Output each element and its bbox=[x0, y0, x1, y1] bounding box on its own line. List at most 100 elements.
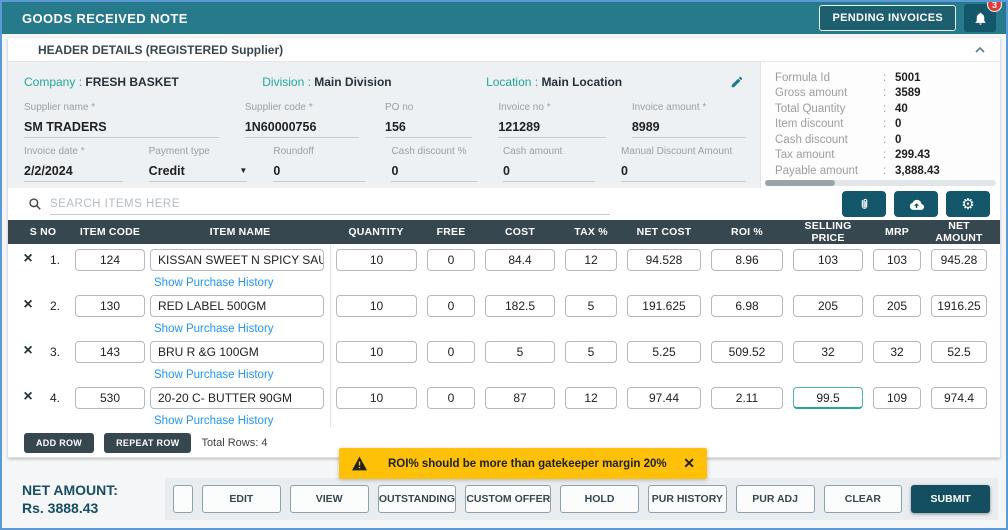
roi-input[interactable]: 6.98 bbox=[711, 295, 783, 317]
cost-input[interactable]: 84.4 bbox=[485, 249, 555, 271]
item-code-input[interactable]: 530 bbox=[75, 387, 145, 409]
clear-button[interactable]: CLEAR bbox=[823, 485, 903, 513]
summary-row: Payable amount:3,888.43 bbox=[775, 163, 988, 178]
net_cost-cell: 97.44 bbox=[622, 382, 706, 428]
quantity-input[interactable]: 10 bbox=[336, 341, 417, 363]
item-code-cell: 130 bbox=[70, 290, 150, 336]
delete-row-icon[interactable]: × bbox=[16, 244, 40, 267]
item-code-input[interactable]: 130 bbox=[75, 295, 145, 317]
free-input[interactable]: 0 bbox=[427, 295, 475, 317]
free-input[interactable]: 0 bbox=[427, 341, 475, 363]
add-row-button[interactable]: ADD ROW bbox=[24, 432, 95, 453]
net_cost-cell: 94.528 bbox=[622, 244, 706, 290]
field-input[interactable]: 0 bbox=[502, 160, 596, 182]
roi-input[interactable]: 8.96 bbox=[711, 249, 783, 271]
net_amount-input[interactable]: 52.5 bbox=[931, 341, 987, 363]
show-purchase-history-link[interactable]: Show Purchase History bbox=[150, 323, 330, 335]
settings-button[interactable]: ⚙ bbox=[946, 191, 990, 217]
summary-colon: : bbox=[883, 71, 887, 84]
field-input[interactable]: 8989 bbox=[631, 116, 746, 138]
quantity-input[interactable]: 10 bbox=[336, 249, 417, 271]
edit-button[interactable]: EDIT bbox=[202, 485, 281, 513]
table-row: × 1. 124KISSAN SWEET N SPICY SAUCE 500GM Sh… bbox=[8, 244, 1000, 290]
net_amount-input[interactable]: 974.4 bbox=[931, 387, 987, 409]
field-input[interactable]: Credit ▼ bbox=[148, 160, 248, 182]
roi-input[interactable]: 509.52 bbox=[711, 341, 783, 363]
quantity-input[interactable]: 10 bbox=[336, 295, 417, 317]
cloud-upload-button[interactable] bbox=[894, 191, 938, 217]
collapse-chevron-icon[interactable] bbox=[974, 45, 986, 55]
summary-scrollbar-thumb[interactable] bbox=[765, 180, 835, 186]
net_cost-input[interactable]: 191.625 bbox=[627, 295, 701, 317]
field-input[interactable]: 0 bbox=[391, 160, 477, 182]
edit-header-button[interactable] bbox=[728, 73, 746, 91]
pur-history-button[interactable]: PUR HISTORY bbox=[647, 485, 727, 513]
item-code-input[interactable]: 143 bbox=[75, 341, 145, 363]
custom-offer-button[interactable]: CUSTOM OFFER bbox=[465, 485, 552, 513]
mrp-input[interactable]: 103 bbox=[873, 249, 921, 271]
attachment-button[interactable] bbox=[842, 191, 886, 217]
field-input[interactable]: 156 bbox=[385, 116, 473, 138]
roi-warning-toast: ROI% should be more than gatekeeper marg… bbox=[339, 448, 707, 479]
item-name-input[interactable]: 20-20 C- BUTTER 90GM bbox=[150, 387, 324, 409]
field-input[interactable]: 1N60000756 bbox=[244, 116, 359, 138]
field-input[interactable]: 121289 bbox=[498, 116, 606, 138]
show-purchase-history-link[interactable]: Show Purchase History bbox=[150, 369, 330, 381]
free-input[interactable]: 0 bbox=[427, 387, 475, 409]
view-button[interactable]: VIEW bbox=[289, 485, 369, 513]
hold-button[interactable]: HOLD bbox=[560, 485, 639, 513]
selling_price-input[interactable]: 103 bbox=[793, 249, 863, 271]
item-name-input[interactable]: KISSAN SWEET N SPICY SAUCE 500GM bbox=[150, 249, 324, 271]
tax-input[interactable]: 5 bbox=[565, 341, 617, 363]
summary-row: Item discount:0 bbox=[775, 117, 988, 133]
selling_price-input[interactable]: 32 bbox=[793, 341, 863, 363]
selling_price-input[interactable]: 205 bbox=[793, 295, 863, 317]
cost-input[interactable]: 87 bbox=[485, 387, 555, 409]
show-purchase-history-link[interactable]: Show Purchase History bbox=[150, 277, 330, 289]
field-input[interactable]: 2/2/2024 bbox=[24, 160, 123, 182]
tax-input[interactable]: 12 bbox=[565, 249, 617, 271]
toast-close-icon[interactable]: ✕ bbox=[683, 455, 695, 472]
cloud-upload-icon bbox=[908, 198, 925, 211]
field-input[interactable]: 0 bbox=[273, 160, 366, 182]
item-code-input[interactable]: 124 bbox=[75, 249, 145, 271]
item-name-input[interactable]: BRU R &G 100GM bbox=[150, 341, 324, 363]
delete-row-icon[interactable]: × bbox=[16, 382, 40, 405]
mrp-input[interactable]: 32 bbox=[873, 341, 921, 363]
quantity-input[interactable]: 10 bbox=[336, 387, 417, 409]
submit-button[interactable]: SUBMIT bbox=[911, 485, 991, 513]
pending-invoices-button[interactable]: PENDING INVOICES bbox=[819, 5, 956, 31]
delete-row-icon[interactable]: × bbox=[16, 290, 40, 313]
warning-icon bbox=[351, 456, 368, 471]
tax-input[interactable]: 5 bbox=[565, 295, 617, 317]
roi-input[interactable]: 2.11 bbox=[711, 387, 783, 409]
mrp-input[interactable]: 205 bbox=[873, 295, 921, 317]
free-input[interactable]: 0 bbox=[427, 249, 475, 271]
net_cost-input[interactable]: 97.44 bbox=[627, 387, 701, 409]
field-input[interactable]: 0 bbox=[621, 160, 747, 182]
mini-toggle-button[interactable] bbox=[173, 485, 193, 513]
net_amount-input[interactable]: 945.28 bbox=[931, 249, 987, 271]
repeat-row-button[interactable]: REPEAT ROW bbox=[104, 432, 192, 453]
field-input[interactable]: SM TRADERS bbox=[24, 116, 219, 138]
net_amount-input[interactable]: 1916.25 bbox=[931, 295, 987, 317]
net_cost-input[interactable]: 94.528 bbox=[627, 249, 701, 271]
net_cost-input[interactable]: 5.25 bbox=[627, 341, 701, 363]
summary-label: Cash discount bbox=[775, 133, 848, 146]
notifications-button[interactable]: 3 bbox=[964, 2, 1002, 32]
summary-scrollbar[interactable] bbox=[765, 180, 996, 186]
roi-cell: 8.96 bbox=[706, 244, 788, 290]
search-input[interactable] bbox=[50, 193, 610, 215]
tax-input[interactable]: 12 bbox=[565, 387, 617, 409]
item-name-input[interactable]: RED LABEL 500GM bbox=[150, 295, 324, 317]
outstanding-button[interactable]: OUTSTANDING bbox=[377, 485, 457, 513]
show-purchase-history-link[interactable]: Show Purchase History bbox=[150, 415, 330, 427]
cost-input[interactable]: 5 bbox=[485, 341, 555, 363]
delete-row-icon[interactable]: × bbox=[16, 336, 40, 359]
selling_price-input[interactable]: 99.5 bbox=[793, 387, 863, 409]
mrp-input[interactable]: 109 bbox=[873, 387, 921, 409]
pur-adj-button[interactable]: PUR ADJ bbox=[735, 485, 815, 513]
net_amount-cell: 1916.25 bbox=[926, 290, 992, 336]
cost-input[interactable]: 182.5 bbox=[485, 295, 555, 317]
summary-row: Total Quantity:40 bbox=[775, 101, 988, 117]
